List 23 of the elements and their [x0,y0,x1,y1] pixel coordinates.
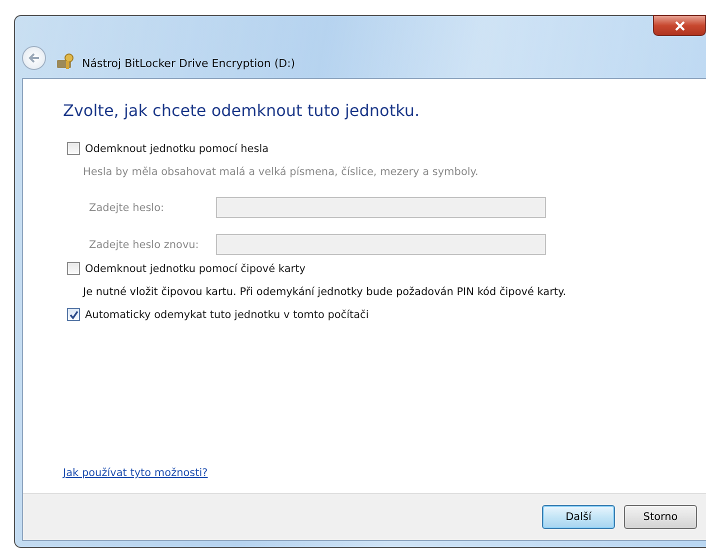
field-label: Zadejte heslo znovu: [89,238,200,250]
checkbox[interactable] [67,308,80,321]
key-drive-icon [56,52,76,70]
field-label: Zadejte heslo: [89,202,166,214]
back-button[interactable] [22,46,46,70]
checkbox-option[interactable]: Automaticky odemykat tuto jednotku v tomto počítači [67,308,686,321]
cancel-button[interactable]: Storno [624,505,697,529]
option-note: Hesla by měla obsahovat malá a velká písmena, číslice, mezery a symboly. [83,166,480,178]
checkbox[interactable] [67,142,80,155]
close-icon [674,20,686,30]
instruction-heading: Zvolte, jak chcete odemknout tuto jednotku. [63,101,421,120]
back-arrow-icon [27,52,41,64]
window-title: Nástroj BitLocker Drive Encryption (D:) [82,57,296,70]
checkbox-option[interactable]: Odemknout jednotku pomocí čipové karty [67,262,686,275]
close-button[interactable] [653,15,706,36]
option-label: Odemknout jednotku pomocí čipové karty [85,262,306,274]
option-note: Je nutné vložit čipovou kartu. Při odemykání jednotky bude požadován PIN kód čipové karty. [83,286,568,298]
next-button[interactable]: Další [542,505,615,529]
help-link[interactable]: Jak používat tyto možnosti? [63,467,208,479]
checkbox-option[interactable]: Odemknout jednotku pomocí hesla [67,142,686,155]
checkbox[interactable] [67,262,80,275]
option-label: Odemknout jednotku pomocí hesla [85,142,269,154]
option-label: Automaticky odemykat tuto jednotku v tomto počítači [85,308,369,320]
